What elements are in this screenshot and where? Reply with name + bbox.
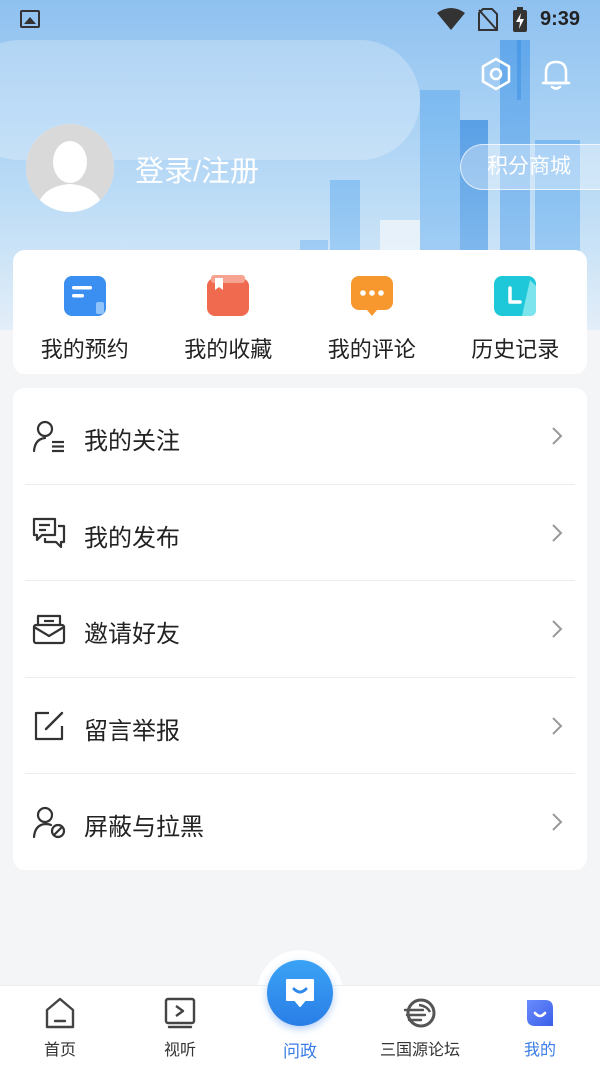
- quick-item-label: 我的收藏: [184, 337, 273, 362]
- gallery-notification-icon: [20, 10, 40, 28]
- quick-item-appointments[interactable]: 我的预约: [13, 250, 157, 374]
- battery-charging-icon: [513, 7, 527, 32]
- invite-envelope-icon: [32, 614, 66, 645]
- profile-icon: [527, 1000, 553, 1026]
- menu-item-label: 留言举报: [84, 717, 180, 745]
- chevron-right-icon: [552, 716, 563, 735]
- follow-user-icon: [32, 420, 64, 453]
- status-bar: 9:39: [0, 0, 600, 40]
- chat-bubbles-icon: [32, 517, 66, 548]
- quick-item-label: 历史记录: [471, 337, 560, 362]
- points-mall-button[interactable]: 积分商城: [460, 144, 600, 190]
- menu-item-label: 我的关注: [84, 428, 180, 455]
- nav-ask-gov-button[interactable]: [267, 960, 333, 1026]
- login-register-link[interactable]: 登录/注册: [135, 148, 259, 190]
- settings-icon[interactable]: [478, 56, 514, 92]
- quick-item-favorites[interactable]: 我的收藏: [157, 250, 301, 374]
- bookmark-icon: [207, 275, 250, 316]
- default-avatar-icon: [26, 124, 114, 212]
- menu-item-following[interactable]: 我的关注: [13, 388, 587, 485]
- quick-item-label: 我的预约: [40, 337, 129, 362]
- quick-item-label: 我的评论: [327, 337, 416, 362]
- bell-icon[interactable]: [538, 56, 574, 92]
- chevron-right-icon: [552, 813, 563, 831]
- nav-label: 首页: [43, 1042, 76, 1059]
- quick-item-history[interactable]: 历史记录: [444, 250, 588, 374]
- nav-label: 我的: [523, 1042, 556, 1059]
- nav-forum[interactable]: 三国源论坛: [360, 986, 480, 1066]
- menu-item-posts[interactable]: 我的发布: [13, 485, 587, 581]
- status-time: 9:39: [540, 8, 581, 30]
- calendar-card-icon: [63, 276, 106, 316]
- chevron-right-icon: [552, 523, 563, 542]
- no-sim-icon: [478, 8, 498, 31]
- quick-actions-card: 我的预约 我的收藏 我的评论 历史记录: [13, 250, 587, 374]
- history-icon: [494, 276, 537, 316]
- home-icon: [45, 997, 75, 1029]
- comment-icon: [350, 276, 393, 316]
- menu-item-label: 邀请好友: [84, 621, 180, 648]
- nav-profile[interactable]: 我的: [480, 986, 600, 1066]
- video-play-icon: [164, 997, 196, 1029]
- nav-label: 视听: [163, 1042, 196, 1059]
- quick-item-comments[interactable]: 我的评论: [300, 250, 444, 374]
- chevron-right-icon: [552, 427, 563, 445]
- menu-item-label: 屏蔽与拉黑: [84, 814, 204, 841]
- menu-item-report[interactable]: 留言举报: [13, 678, 587, 774]
- chevron-right-icon: [552, 620, 563, 638]
- ask-gov-icon: [286, 979, 314, 1007]
- forum-logo-icon: [403, 998, 436, 1028]
- avatar[interactable]: [26, 124, 114, 212]
- nav-label: 问政: [283, 1042, 317, 1061]
- nav-label: 三国源论坛: [379, 1042, 460, 1059]
- wifi-icon: [437, 8, 465, 30]
- nav-media[interactable]: 视听: [120, 986, 240, 1066]
- block-user-icon: [32, 806, 66, 839]
- nav-home[interactable]: 首页: [0, 986, 120, 1066]
- settings-menu-list: 我的关注 我的发布 邀请好友 留言举报 屏蔽与拉黑: [13, 388, 587, 870]
- menu-item-label: 我的发布: [84, 524, 180, 552]
- menu-item-invite-friends[interactable]: 邀请好友: [13, 581, 587, 678]
- menu-item-block-list[interactable]: 屏蔽与拉黑: [13, 774, 587, 871]
- edit-report-icon: [34, 711, 64, 740]
